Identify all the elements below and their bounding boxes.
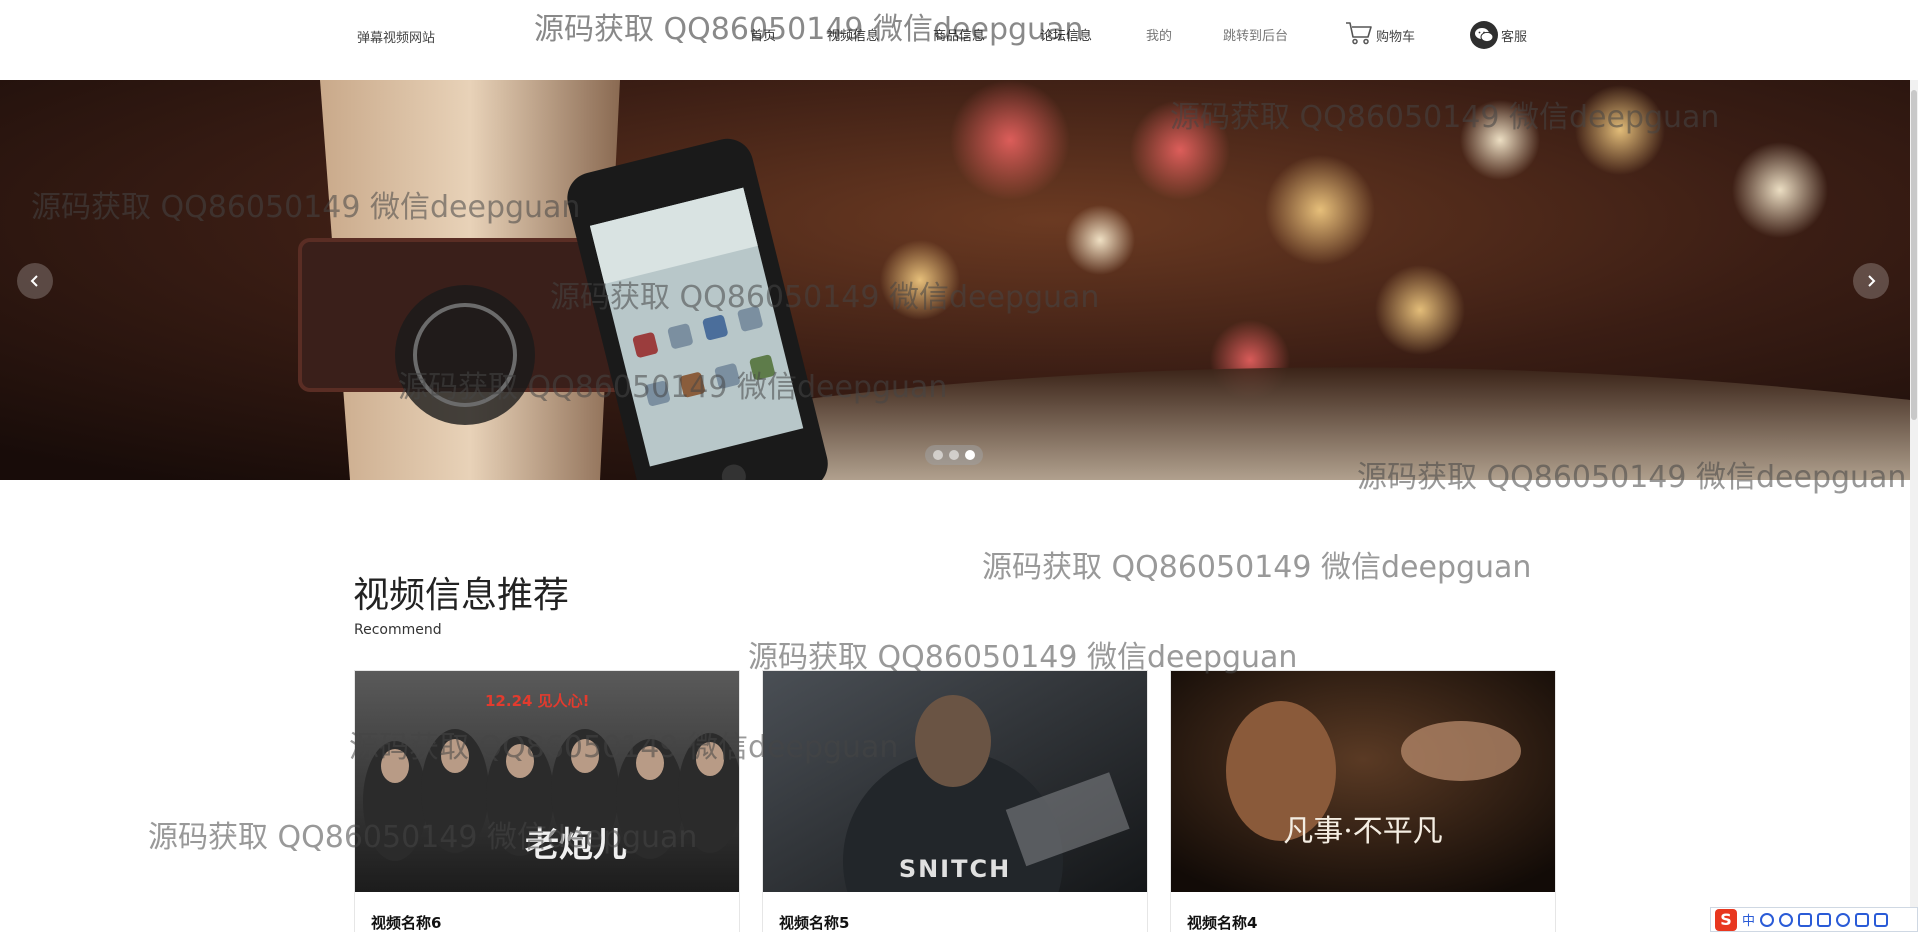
banner-carousel[interactable] xyxy=(0,80,1910,480)
nav-mine[interactable]: 我的 xyxy=(1146,25,1172,44)
video-name[interactable]: 视频名称6 xyxy=(371,912,441,932)
video-card[interactable]: SNITCH 视频名称5 xyxy=(762,670,1148,932)
nav-home[interactable]: 首页 xyxy=(750,25,776,44)
chevron-right-icon xyxy=(1868,275,1876,287)
emoji-icon[interactable] xyxy=(1779,912,1794,927)
carousel-dot[interactable] xyxy=(949,450,959,460)
cart-link[interactable]: 购物车 xyxy=(1344,20,1415,50)
sogou-logo-icon[interactable]: S xyxy=(1715,908,1737,931)
ime-mode-label[interactable]: 中 xyxy=(1742,910,1755,929)
video-poster: SNITCH xyxy=(763,671,1147,892)
site-title[interactable]: 弹幕视频网站 xyxy=(357,27,435,46)
carousel-dot[interactable] xyxy=(933,450,943,460)
ime-toolbar[interactable]: S 中 xyxy=(1710,907,1918,932)
video-name[interactable]: 视频名称5 xyxy=(779,912,849,932)
customer-service-link[interactable]: 客服 xyxy=(1470,20,1527,50)
skin-icon[interactable] xyxy=(1855,912,1870,927)
video-poster: 12.24 见人心! 老炮儿 xyxy=(355,671,739,892)
nav-goods[interactable]: 商品信息 xyxy=(933,25,985,44)
carousel-dot-active[interactable] xyxy=(965,450,975,460)
carousel-prev-button[interactable] xyxy=(17,263,53,299)
wechat-icon xyxy=(1470,21,1498,49)
video-name[interactable]: 视频名称4 xyxy=(1187,912,1257,932)
section-title: 视频信息推荐 xyxy=(353,575,570,616)
scrollbar-thumb[interactable] xyxy=(1911,90,1917,420)
poster-title: 老炮儿 xyxy=(525,825,627,865)
cart-label: 购物车 xyxy=(1376,29,1416,45)
carousel-indicators xyxy=(925,445,983,465)
service-label: 客服 xyxy=(1501,29,1528,45)
nav-admin[interactable]: 跳转到后台 xyxy=(1223,25,1288,44)
poster-title: 凡事·不平凡 xyxy=(1283,814,1443,849)
banner-image xyxy=(0,80,1910,480)
keyboard-icon[interactable] xyxy=(1817,912,1832,927)
video-card[interactable]: 12.24 见人心! 老炮儿 视频名称6 xyxy=(354,670,740,932)
microphone-icon[interactable] xyxy=(1798,912,1813,927)
top-header: 弹幕视频网站 首页 视频信息 商品信息 论坛信息 我的 跳转到后台 购物车 客服 xyxy=(0,0,1918,80)
page-scrollbar[interactable] xyxy=(1910,80,1918,932)
toolbox-icon[interactable] xyxy=(1874,912,1889,927)
poster-tagline: 12.24 见人心! xyxy=(485,692,590,710)
cart-icon xyxy=(1344,20,1376,50)
poster-title: SNITCH xyxy=(899,855,1011,883)
watermark: 源码获取 QQ86050149 微信deepguan xyxy=(982,550,1532,585)
video-card[interactable]: 凡事·不平凡 视频名称4 xyxy=(1170,670,1556,932)
nav-video[interactable]: 视频信息 xyxy=(827,25,879,44)
punctuation-icon[interactable] xyxy=(1760,912,1775,927)
section-subtitle: Recommend xyxy=(354,622,442,638)
video-poster: 凡事·不平凡 xyxy=(1171,671,1555,892)
carousel-next-button[interactable] xyxy=(1853,263,1889,299)
chevron-left-icon xyxy=(30,275,38,287)
user-icon[interactable] xyxy=(1836,912,1851,927)
nav-forum[interactable]: 论坛信息 xyxy=(1040,25,1092,44)
